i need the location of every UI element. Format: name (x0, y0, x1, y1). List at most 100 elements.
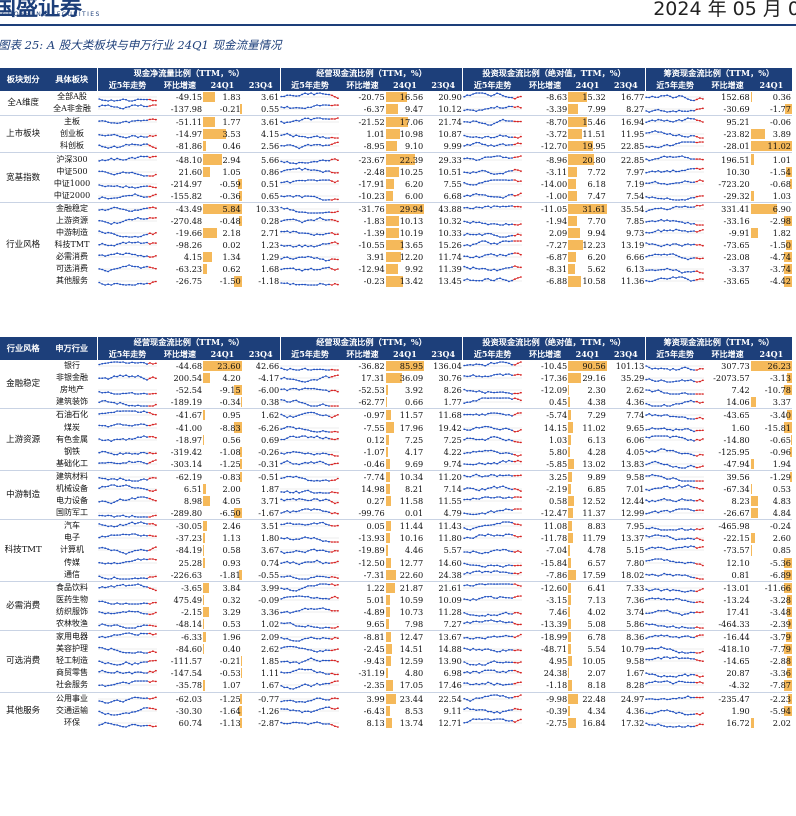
sparkline-chart (97, 546, 157, 556)
qoq-cell: -22.15 (704, 532, 750, 544)
qoq-cell: -9.43 (339, 655, 385, 667)
sparkline-chart (645, 389, 705, 396)
sparkline-chart (645, 253, 705, 261)
cell-value: 14.60 (438, 557, 462, 568)
trend-cell (97, 166, 157, 178)
qoq-cell: 8.98 (157, 495, 203, 507)
cell-value: 10.33 (255, 203, 280, 214)
qoq-cell: -28.01 (704, 140, 750, 153)
cell-value: 10.79 (620, 644, 645, 655)
row-label: 通信 (63, 569, 80, 579)
cell-value: -1.50 (219, 276, 241, 287)
cell-value: 85.95 (399, 361, 424, 372)
q4-cell: 8.28 (607, 679, 646, 692)
q4-cell: 2.71 (242, 227, 281, 239)
cell-value: 21.61 (438, 582, 462, 593)
cell-value: -99.76 (358, 508, 385, 519)
row-label: 煤炭 (63, 422, 80, 432)
sparkline-chart (462, 582, 522, 588)
section-header: 投资现金流比例（绝对值，TTM，%） (462, 68, 646, 80)
sparkline-chart (462, 717, 522, 724)
cell-value: 8.18 (587, 680, 606, 691)
trend-cell (462, 483, 522, 495)
value-bar (385, 264, 399, 275)
cell-value: 10.16 (399, 533, 424, 544)
q4-cell: 11.20 (424, 469, 463, 483)
sparkline-chart (280, 521, 340, 528)
row-label: 可选消费 (55, 264, 88, 274)
cell-value: 200.54 (173, 373, 203, 384)
trend-cell (97, 469, 157, 483)
cell-value: 9.92 (405, 264, 424, 275)
cell-value: 0.32 (222, 594, 241, 605)
sparkline-chart (280, 434, 340, 440)
qoq-cell: 0.05 (339, 519, 386, 533)
value-cell: 2.30 (568, 384, 607, 396)
value-bar (568, 508, 574, 519)
sparkline-chart (97, 557, 157, 565)
table-row: 其他服务 公用事业 -62.03 -1.25 -0.77 3.99 23.44 22.54… (0, 691, 792, 729)
sparkline-chart (97, 410, 157, 416)
cell-value: 95.21 (726, 117, 750, 128)
cell-value: 8.28 (626, 680, 645, 691)
cell-value: -7.04 (546, 545, 568, 556)
trend-cell (97, 140, 157, 153)
trend-cell (645, 239, 705, 251)
sparkline-chart (462, 533, 522, 540)
q4-cell: 1.67 (607, 667, 646, 679)
section-header: 经营现金流比例（TTM，%） (97, 337, 281, 349)
cell-value: 3.25 (548, 471, 568, 482)
cell-value: 13.19 (620, 240, 645, 251)
row-label: 钢铁 (63, 446, 80, 456)
trend-cell (645, 469, 705, 483)
qoq-cell: -3.65 (156, 580, 204, 594)
cell-value: 42.66 (255, 361, 280, 372)
value-cell: 2.94 (203, 152, 242, 166)
value-bar (568, 569, 576, 580)
cell-value: 4.46 (405, 545, 424, 556)
value-cell: 11.58 (385, 495, 425, 507)
trend-cell (97, 178, 157, 190)
value-bar (385, 533, 391, 544)
value-bar (568, 264, 576, 275)
value-bar (385, 178, 394, 189)
row-label: 商贸零售 (55, 668, 88, 678)
sparkline-chart (97, 96, 157, 102)
q4-cell: 7.54 (607, 190, 646, 203)
subheader-2: 24Q1 (750, 348, 792, 360)
cell-value: 9.47 (405, 104, 424, 115)
cell-value: -3.79 (770, 632, 791, 643)
cell-value: 14.88 (438, 644, 462, 655)
cell-value: 8.13 (366, 717, 385, 728)
sparkline-chart (280, 92, 340, 100)
q4-cell: 0.51 (242, 178, 281, 190)
trend-cell (645, 458, 705, 471)
value-cell: 3.84 (203, 580, 242, 594)
row-label: 有色金属 (55, 434, 88, 444)
q4-cell: 4.15 (242, 128, 281, 140)
trend-cell (462, 103, 522, 116)
row-label: 其他服务 (55, 276, 88, 286)
value-cell: 9.94 (568, 227, 607, 239)
trend-cell (462, 251, 522, 263)
trend-cell (645, 519, 705, 533)
q4-cell: 6.98 (424, 667, 463, 679)
cell-value: 12.23 (582, 240, 606, 251)
qoq-cell: 5.01 (339, 594, 385, 606)
cell-value: -26.67 (723, 508, 750, 519)
trend-cell (645, 190, 705, 203)
value-bar (385, 668, 388, 679)
value-cell: 0.58 (203, 544, 242, 556)
q4-cell: -0.55 (242, 569, 281, 582)
cell-value: 3.53 (222, 129, 241, 140)
sparkline-chart (280, 636, 340, 642)
table-row: 非银金融 200.54 4.20 -4.17 17.31 36.09 30.76 -17… (0, 372, 792, 384)
qoq-cell: -11.78 (522, 532, 568, 544)
cell-value: 5.15 (626, 545, 645, 556)
row-label: 石油石化 (46, 408, 98, 422)
sparkline-chart (462, 220, 522, 226)
q4-cell: 1.80 (242, 532, 281, 544)
cell-value: 17.59 (582, 569, 606, 580)
q4-cell: 3.51 (241, 519, 281, 533)
cell-value: 10.12 (438, 104, 462, 115)
